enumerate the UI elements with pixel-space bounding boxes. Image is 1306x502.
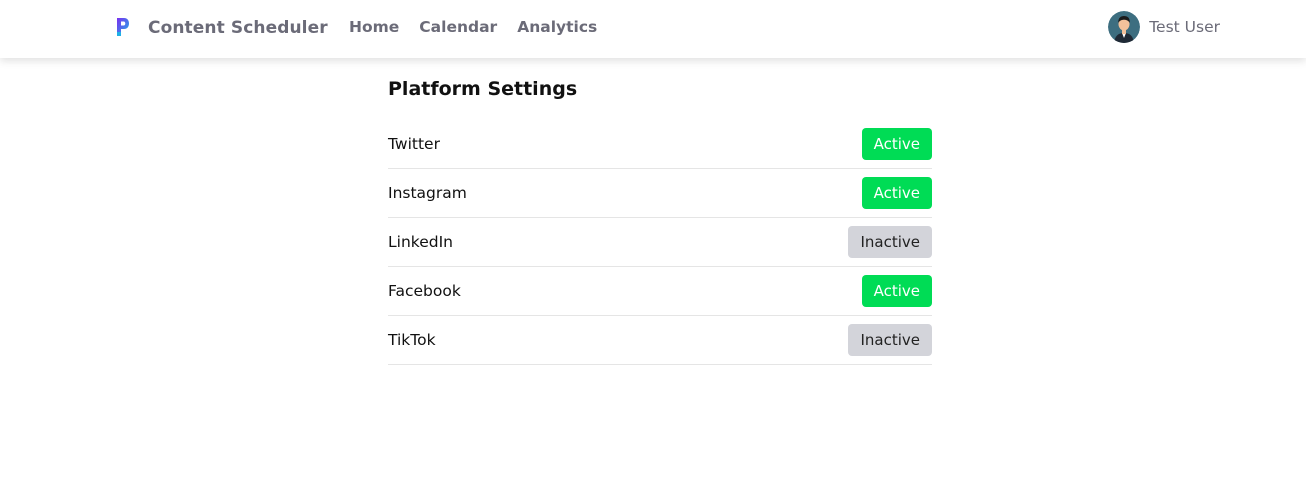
platform-row-facebook: Facebook Active [388, 267, 932, 316]
platform-name: Facebook [388, 282, 461, 300]
top-navbar: Content Scheduler Home Calendar Analytic… [0, 0, 1306, 58]
user-menu[interactable]: Test User [1108, 11, 1220, 43]
nav-link-analytics[interactable]: Analytics [517, 17, 597, 37]
platform-name: LinkedIn [388, 233, 453, 251]
platform-name: Twitter [388, 135, 440, 153]
brand[interactable]: Content Scheduler [116, 15, 328, 41]
status-toggle-button[interactable]: Active [861, 177, 932, 209]
platform-settings-panel: Platform Settings Twitter Active Instagr… [388, 76, 932, 365]
user-avatar-icon [1108, 11, 1141, 43]
platform-row-instagram: Instagram Active [388, 169, 932, 218]
platform-name: Instagram [388, 184, 467, 202]
main-nav: Home Calendar Analytics [349, 17, 617, 37]
platform-row-linkedin: LinkedIn Inactive [388, 218, 932, 267]
platform-row-twitter: Twitter Active [388, 120, 932, 169]
user-name: Test User [1149, 18, 1220, 36]
status-toggle-button[interactable]: Active [861, 128, 932, 160]
page-title: Platform Settings [388, 78, 578, 100]
platform-name: TikTok [388, 331, 436, 349]
nav-link-calendar[interactable]: Calendar [419, 17, 497, 37]
nav-link-home[interactable]: Home [349, 17, 399, 37]
platform-row-tiktok: TikTok Inactive [388, 316, 932, 365]
status-toggle-button[interactable]: Active [861, 275, 932, 307]
status-toggle-button[interactable]: Inactive [848, 324, 932, 356]
brand-p-logo-icon [117, 18, 129, 36]
brand-name: Content Scheduler [148, 18, 328, 38]
status-toggle-button[interactable]: Inactive [848, 226, 932, 258]
